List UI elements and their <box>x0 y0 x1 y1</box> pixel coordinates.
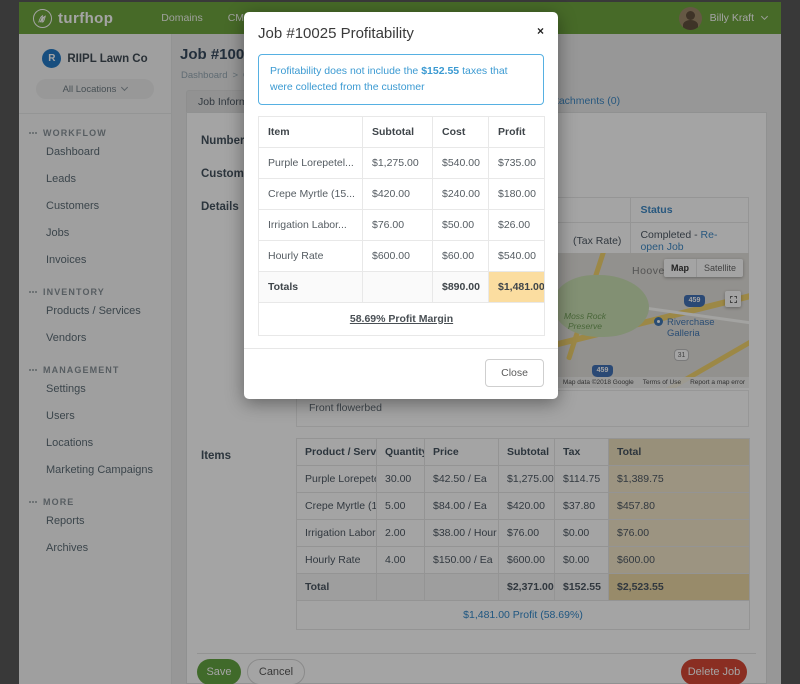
alert-amount: $152.55 <box>421 65 459 77</box>
modal-header: Job #10025 Profitability × <box>244 12 558 51</box>
profit-totals-row: Totals $890.00 $1,481.00 <box>259 271 545 302</box>
table-row: Purple Lorepetel...$1,275.00$540.00$735.… <box>259 147 545 178</box>
table-row: Crepe Myrtle (15...$420.00$240.00$180.00 <box>259 178 545 209</box>
column-header: Profit <box>489 116 545 147</box>
profitability-modal: Job #10025 Profitability × Profitability… <box>244 12 558 399</box>
cell: $1,275.00 <box>363 147 433 178</box>
cell: $76.00 <box>363 209 433 240</box>
table-row: Hourly Rate$600.00$60.00$540.00 <box>259 240 545 271</box>
close-button[interactable]: Close <box>485 359 544 387</box>
cell: $26.00 <box>489 209 545 240</box>
column-header: Item <box>259 116 363 147</box>
modal-title: Job #10025 Profitability <box>258 25 414 42</box>
table-header-row: ItemSubtotalCostProfit <box>259 116 545 147</box>
cell: $50.00 <box>433 209 489 240</box>
profit-table: ItemSubtotalCostProfit Purple Lorepetel.… <box>258 116 545 336</box>
cell: $540.00 <box>433 147 489 178</box>
modal-footer: Close <box>244 348 558 399</box>
table-row: Irrigation Labor...$76.00$50.00$26.00 <box>259 209 545 240</box>
totals-cost: $890.00 <box>433 271 489 302</box>
cell: $180.00 <box>489 178 545 209</box>
column-header: Cost <box>433 116 489 147</box>
cell: $60.00 <box>433 240 489 271</box>
totals-label: Totals <box>259 271 363 302</box>
close-icon[interactable]: × <box>537 25 544 37</box>
cell: $600.00 <box>363 240 433 271</box>
tax-info-alert: Profitability does not include the $152.… <box>258 54 544 105</box>
profit-margin-row: 58.69% Profit Margin <box>259 302 545 335</box>
cell: $240.00 <box>433 178 489 209</box>
cell: Irrigation Labor... <box>259 209 363 240</box>
profit-margin[interactable]: 58.69% Profit Margin <box>259 302 545 335</box>
cell: $540.00 <box>489 240 545 271</box>
column-header: Subtotal <box>363 116 433 147</box>
alert-text: Profitability does not include the <box>270 65 421 77</box>
totals-profit: $1,481.00 <box>489 271 545 302</box>
totals-subtotal <box>363 271 433 302</box>
cell: Purple Lorepetel... <box>259 147 363 178</box>
cell: $420.00 <box>363 178 433 209</box>
cell: $735.00 <box>489 147 545 178</box>
cell: Crepe Myrtle (15... <box>259 178 363 209</box>
cell: Hourly Rate <box>259 240 363 271</box>
